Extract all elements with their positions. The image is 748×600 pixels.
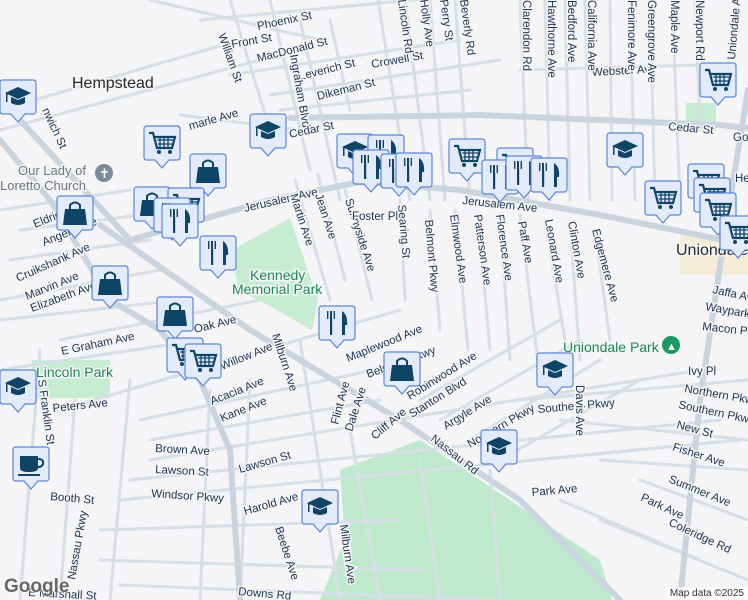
street-label: Hempstead Blvd <box>735 173 748 185</box>
street-label: Bedford Ave <box>565 0 577 62</box>
street-label: Downs Rd <box>238 586 292 600</box>
school-marker[interactable] <box>301 489 339 533</box>
street-label: Park Ave <box>531 483 578 499</box>
cart-marker[interactable] <box>448 138 486 182</box>
street-label: Summer Ave <box>667 474 732 510</box>
street-label: Brown Ave <box>155 443 210 458</box>
street-label: Fenimore Ave <box>625 0 637 71</box>
street-label: Paff Ave <box>515 220 534 264</box>
food-marker[interactable] <box>161 203 199 247</box>
google-logo[interactable]: Google <box>4 576 69 598</box>
street-label: Hawthorne Ave <box>545 0 557 78</box>
kennedy-park-label-line2: Memorial Park <box>232 281 323 297</box>
street-label: Leonard Ave <box>542 218 565 283</box>
street-label: Ivy Pl <box>688 366 716 378</box>
coffee-marker[interactable] <box>12 446 50 490</box>
street-label: Nassau Pkwy <box>66 510 90 581</box>
park-tree-glyph: ▲ <box>666 341 677 353</box>
street-label: Greengrove Ave <box>645 0 657 83</box>
street-label: Front St <box>230 32 273 51</box>
street-label: Jerusalem Ave <box>243 186 319 215</box>
street-label: Florence Ave <box>493 214 514 282</box>
street-label: Elmwood Ave <box>447 214 469 284</box>
school-marker[interactable] <box>0 79 37 123</box>
cart-marker[interactable] <box>699 62 737 106</box>
street-label: Newport Rd <box>693 0 705 61</box>
school-marker[interactable] <box>249 113 287 157</box>
street-label: Oak Ave <box>193 314 238 336</box>
street-label: Goodrich St <box>733 132 748 144</box>
cart-marker[interactable] <box>143 125 181 169</box>
street-label: Foster Pl <box>352 211 398 223</box>
street-label: Park Ave <box>639 492 686 522</box>
cart-marker[interactable] <box>184 343 222 387</box>
street-label: Willow Ave <box>219 341 275 373</box>
street-label: Argyle Ave <box>441 393 494 432</box>
church-label-line2: Loretto Church <box>0 178 86 193</box>
street-label: Patterson Ave <box>471 214 493 286</box>
food-marker[interactable] <box>318 305 356 349</box>
street-label: Peters Ave <box>52 397 108 415</box>
bag-marker[interactable] <box>91 265 129 309</box>
street-label: Davis Ave <box>573 385 585 436</box>
map-attribution[interactable]: Map data ©2025 <box>665 587 748 600</box>
street-label: Beebe Ave <box>272 525 301 581</box>
food-marker[interactable] <box>530 157 568 201</box>
church-label-line1: Our Lady of <box>18 163 86 178</box>
street-label: Booth St <box>50 491 96 507</box>
school-marker[interactable] <box>0 369 37 413</box>
school-marker[interactable] <box>536 352 574 396</box>
street-label: Harold Ave <box>243 491 300 518</box>
street-label: Cruikshank Ave <box>14 241 92 284</box>
street-label: Clarendon Rd <box>520 0 532 71</box>
street-label: marle Ave <box>188 107 240 133</box>
street-label: Clinton Ave <box>565 220 587 279</box>
street-label: California Ave <box>585 0 597 71</box>
town-label-hempstead: Hempstead <box>72 75 154 92</box>
street-label: Searing St <box>395 204 412 259</box>
street-label: Sunnyside Ave <box>342 197 377 273</box>
lincoln-park-label: Lincoln Park <box>36 364 114 380</box>
street-label: Belmont Pkwy <box>422 219 440 293</box>
street-label: Maple Ave <box>668 0 680 54</box>
street-label: Uniondale Ave <box>726 0 744 60</box>
street-label: Lincoln Rd <box>395 0 414 54</box>
street-label: Perry St <box>437 0 455 42</box>
cart-marker[interactable] <box>644 180 682 224</box>
uniondale-park-label: Uniondale Park <box>563 339 660 355</box>
street-label: Jean Ave <box>312 192 338 241</box>
church-cross-glyph: ✝ <box>99 166 110 181</box>
map-canvas[interactable]: Hempstead Uniondale ✝ Our Lady of Lorett… <box>0 0 748 600</box>
food-marker[interactable] <box>199 235 237 279</box>
street-label: Holly Ave <box>417 0 436 48</box>
